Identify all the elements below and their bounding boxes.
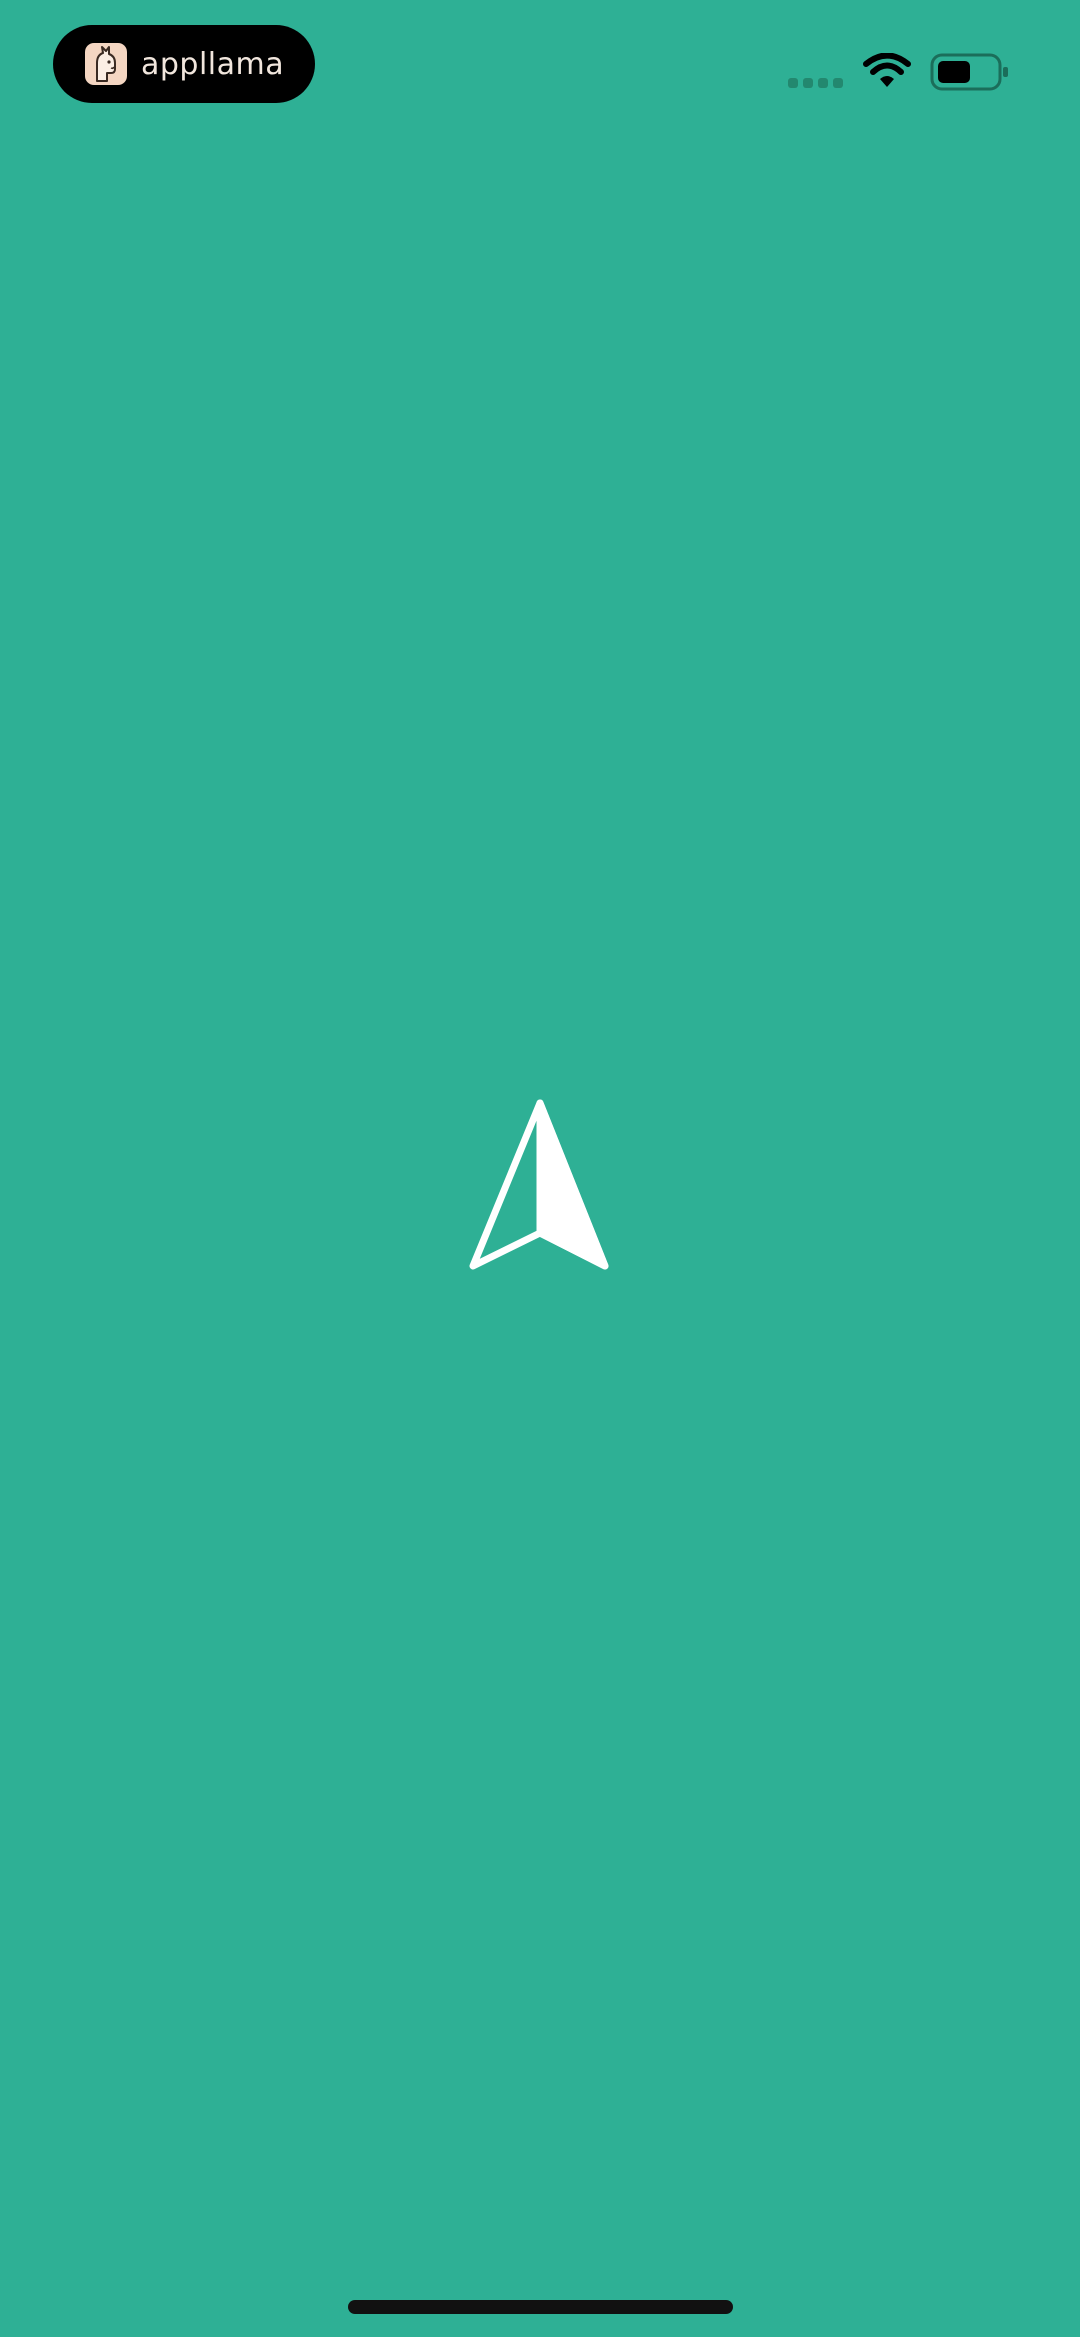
cellular-signal-icon — [788, 78, 843, 88]
home-indicator[interactable] — [348, 2300, 733, 2314]
battery-icon — [930, 53, 1008, 91]
llama-logo-icon — [85, 43, 127, 85]
wifi-icon — [863, 53, 911, 87]
navigation-arrow-icon — [469, 1099, 609, 1270]
brand-name: appllama — [141, 46, 285, 82]
app-screen: { "app": { "brand_name": "appllama", "br… — [0, 0, 1080, 2337]
status-bar: appllama — [0, 0, 1080, 130]
brand-pill: appllama — [53, 25, 315, 103]
